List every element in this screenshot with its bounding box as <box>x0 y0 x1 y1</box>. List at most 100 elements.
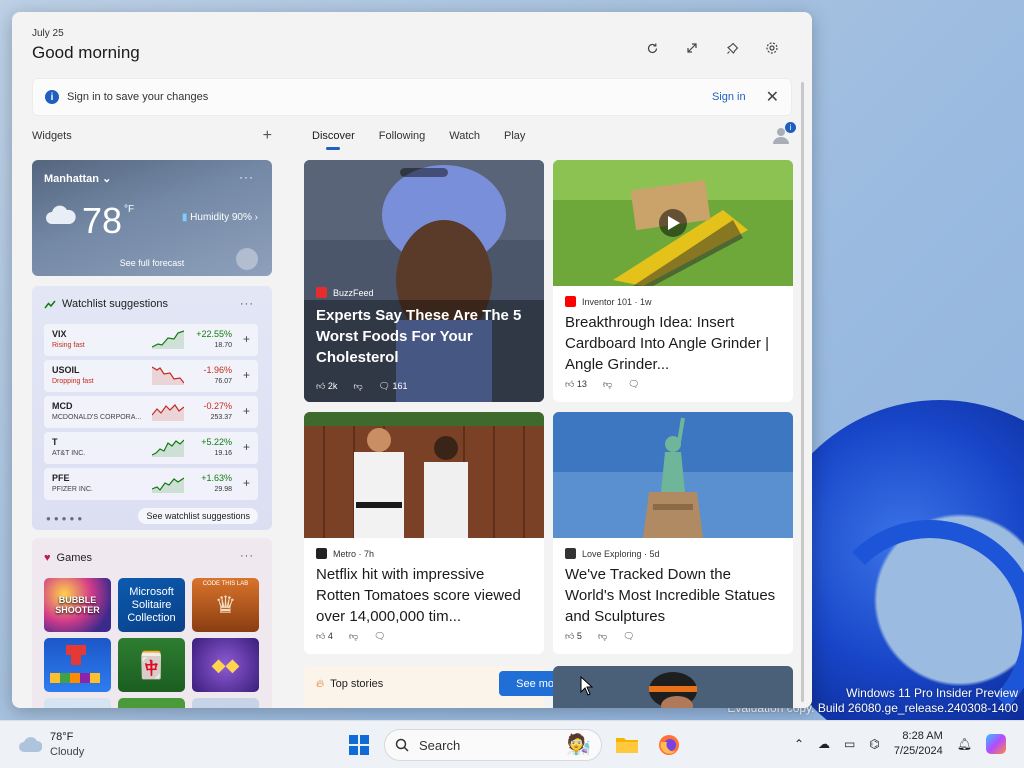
news-headline[interactable]: Netflix hit with impressive Rotten Tomat… <box>316 564 532 627</box>
news-card[interactable]: Inventor 101 · 1w Breakthrough Idea: Ins… <box>553 160 793 402</box>
taskbar-center: Search 🧑‍🔬 <box>342 728 686 762</box>
weather-badge-icon <box>236 248 258 270</box>
game-tile-mahjong[interactable]: 🀄 <box>118 638 185 692</box>
thumbs-down-icon: 👎︎ <box>597 631 608 641</box>
weather-widget[interactable]: Manhattan ⌄ ··· 78 °F ▮ Humidity 90% › S… <box>32 160 272 276</box>
news-headline[interactable]: Breakthrough Idea: Insert Cardboard Into… <box>565 312 781 375</box>
refresh-icon[interactable] <box>642 38 662 58</box>
taskbar-clock[interactable]: 8:28 AM 7/25/2024 <box>894 729 943 759</box>
game-tile-partial[interactable] <box>44 698 111 708</box>
more-options-icon[interactable]: ··· <box>240 550 254 562</box>
news-card-hero[interactable]: BuzzFeed Experts Say These Are The 5 Wor… <box>304 160 544 402</box>
game-tile-partial[interactable] <box>192 698 259 708</box>
game-title: Microsoft Solitaire Collection <box>127 585 176 624</box>
onedrive-icon[interactable]: ☁︎ <box>818 737 830 751</box>
tab-following[interactable]: Following <box>379 130 425 142</box>
add-stock-button[interactable]: + <box>243 476 250 490</box>
comment-icon: 🗨︎ <box>378 381 391 391</box>
windows-logo-icon <box>349 735 369 755</box>
like-button[interactable]: 👍︎ 4 <box>316 631 333 642</box>
stock-row[interactable]: T AT&T INC. +5.22% 19.16 + <box>44 432 258 464</box>
like-button[interactable]: 👍︎ 13 <box>565 379 587 390</box>
notifications-bell-icon[interactable]: 🔔︎ <box>957 737 972 751</box>
stock-symbol: MCD <box>52 401 73 411</box>
signin-message: Sign in to save your changes <box>67 91 209 103</box>
heart-icon: ♥ <box>44 552 51 564</box>
like-count: 2k <box>327 381 338 391</box>
taskbar-search[interactable]: Search 🧑‍🔬 <box>384 729 602 761</box>
add-stock-button[interactable]: + <box>243 332 250 346</box>
pagination-dots[interactable]: ●●●●● <box>46 514 85 523</box>
add-stock-button[interactable]: + <box>243 368 250 382</box>
comment-button[interactable]: 🗨︎ <box>374 631 385 642</box>
thumbs-up-icon: 👍︎ <box>316 381 326 391</box>
chevron-up-icon[interactable]: ⌃ <box>794 737 804 751</box>
like-button[interactable]: 👍︎ 2k <box>316 381 337 392</box>
comment-button[interactable]: 🗨︎ <box>628 379 639 390</box>
signin-link[interactable]: Sign in <box>712 91 746 103</box>
game-tile-blocks[interactable] <box>44 638 111 692</box>
expand-icon[interactable] <box>682 38 702 58</box>
more-options-icon[interactable]: ··· <box>240 298 254 310</box>
tab-discover[interactable]: Discover <box>312 130 355 150</box>
stock-row[interactable]: USOIL Dropping fast -1.96% 76.07 + <box>44 360 258 392</box>
game-tile-jewels[interactable]: ◆◆ <box>192 638 259 692</box>
comment-button[interactable]: 🗨︎ 161 <box>379 381 408 392</box>
network-icon[interactable]: ⌬ <box>869 737 879 751</box>
clock-date: 7/25/2024 <box>893 745 943 757</box>
news-card[interactable]: Metro · 7h Netflix hit with impressive R… <box>304 412 544 654</box>
tab-play[interactable]: Play <box>504 130 525 142</box>
see-watchlist-suggestions-button[interactable]: See watchlist suggestions <box>138 508 258 524</box>
comment-icon: 🗨︎ <box>374 631 386 641</box>
start-button[interactable] <box>342 728 376 762</box>
news-image <box>553 160 793 286</box>
comment-button[interactable]: 🗨︎ <box>623 631 634 642</box>
copilot-icon[interactable] <box>986 734 1006 754</box>
taskbar-weather[interactable]: 78°F Cloudy <box>18 730 84 760</box>
stock-trend-icon <box>44 300 56 308</box>
watchlist-widget[interactable]: Watchlist suggestions ··· VIX Rising fas… <box>32 286 272 530</box>
stock-row[interactable]: VIX Rising fast +22.55% 18.70 + <box>44 324 258 356</box>
dislike-button[interactable]: 👎︎ <box>353 381 362 392</box>
news-image <box>304 412 544 538</box>
game-tile-chess[interactable]: CODE THIS LAB ♛ <box>192 578 259 632</box>
flame-icon: 🔥︎ <box>316 678 325 690</box>
news-headline[interactable]: Experts Say These Are The 5 Worst Foods … <box>316 305 532 368</box>
file-explorer-button[interactable] <box>610 728 644 762</box>
youtube-logo-icon <box>565 296 576 307</box>
game-tile-bubble-shooter[interactable]: BUBBLE SHOOTER <box>44 578 111 632</box>
game-tile-solitaire[interactable]: Microsoft Solitaire Collection <box>118 578 185 632</box>
mouse-cursor-icon <box>580 676 594 696</box>
dislike-button[interactable]: 👎︎ <box>598 631 607 642</box>
like-button[interactable]: 👍︎ 5 <box>565 631 582 642</box>
top-stories-card[interactable]: 🔥︎ Top stories See more <box>304 666 581 708</box>
more-options-icon[interactable]: ··· <box>239 170 254 184</box>
tab-watch[interactable]: Watch <box>449 130 480 142</box>
add-stock-button[interactable]: + <box>243 404 250 418</box>
chevron-down-icon: ⌄ <box>102 173 112 185</box>
games-widget[interactable]: ♥ Games ··· BUBBLE SHOOTER Microsoft Sol… <box>32 538 272 708</box>
profile-avatar[interactable]: i <box>772 122 796 144</box>
close-icon[interactable]: ✕ <box>766 87 779 107</box>
add-stock-button[interactable]: + <box>243 440 250 454</box>
carousel-indicator[interactable] <box>400 168 448 177</box>
stock-row[interactable]: MCD MCDONALD'S CORPORA... -0.27% 253.37 … <box>44 396 258 428</box>
news-headline[interactable]: We've Tracked Down the World's Most Incr… <box>565 564 781 627</box>
weather-city[interactable]: Manhattan ⌄ <box>44 172 111 185</box>
stock-subtitle: MCDONALD'S CORPORA... <box>52 414 142 421</box>
add-widget-icon[interactable]: + <box>263 128 272 144</box>
display-icon[interactable]: ▭ <box>844 737 855 751</box>
like-count: 5 <box>576 631 582 641</box>
stock-row[interactable]: PFE PFIZER INC. +1.63% 29.98 + <box>44 468 258 500</box>
board-scrollbar[interactable] <box>801 82 804 702</box>
dislike-button[interactable]: 👎︎ <box>603 379 612 390</box>
pin-icon[interactable] <box>722 38 742 58</box>
board-greeting: Good morning <box>32 43 140 62</box>
news-card[interactable]: Love Exploring · 5d We've Tracked Down t… <box>553 412 793 654</box>
firefox-button[interactable] <box>652 728 686 762</box>
stock-sparkline <box>152 366 184 385</box>
gear-icon[interactable] <box>762 38 782 58</box>
game-tile-partial[interactable] <box>118 698 185 708</box>
dislike-button[interactable]: 👎︎ <box>349 631 358 642</box>
weather-humidity[interactable]: ▮ Humidity 90% › <box>182 212 258 223</box>
